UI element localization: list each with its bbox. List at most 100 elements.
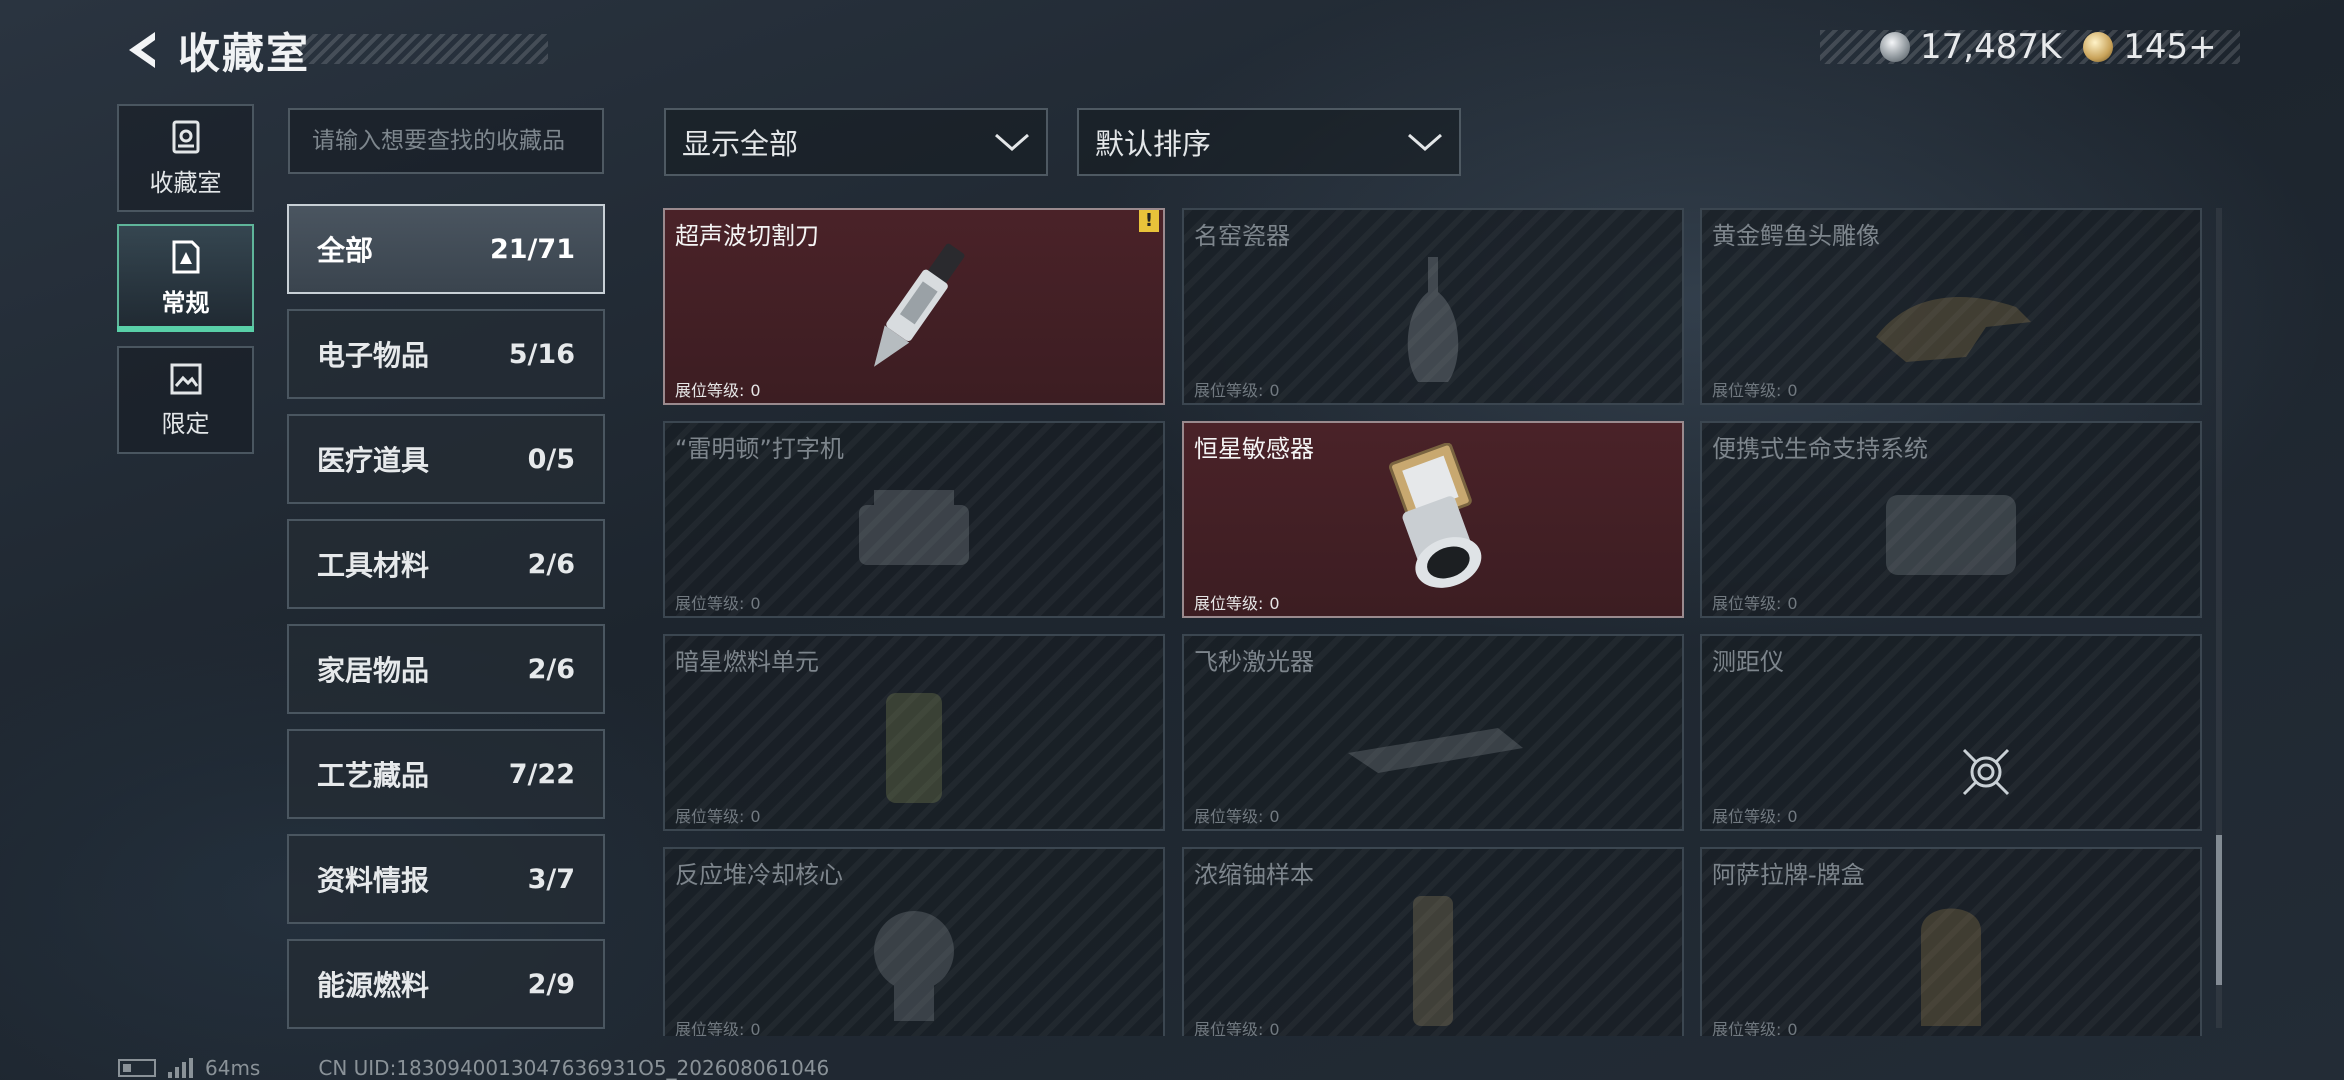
booth-level: 展位等级: 0 (669, 377, 761, 401)
booth-level-label: 展位等级: (1712, 381, 1782, 400)
card-box-icon (1921, 908, 1981, 1026)
item-name: 恒星敏感器 (1194, 435, 1314, 463)
back-button[interactable] (118, 25, 168, 75)
booth-level: 展位等级: 0 (1188, 1016, 1280, 1036)
item-card-femtosecond-laser[interactable]: 飞秒激光器 展位等级: 0 (1182, 634, 1684, 831)
booth-level: 展位等级: 0 (1706, 803, 1798, 827)
crosshair-locate-icon (1962, 748, 2010, 796)
silver-coin-icon (1880, 32, 1910, 62)
booth-level-value: 0 (750, 807, 761, 826)
item-card-star-sensor[interactable]: 恒星敏感器 展位等级: 0 (1182, 421, 1684, 618)
sort-value: 默认排序 (1095, 127, 1212, 161)
item-name: 名窑瓷器 (1194, 222, 1290, 250)
booth-level: 展位等级: 0 (1706, 377, 1798, 401)
title-decoration (300, 34, 548, 64)
item-card-rangefinder[interactable]: 测距仪 展位等级: 0 (1700, 634, 2202, 831)
picture-icon (170, 363, 201, 394)
fuel-cell-icon (886, 692, 942, 803)
ping-value: 64ms (205, 1056, 261, 1080)
category-count: 7/22 (508, 758, 575, 790)
item-name: 便携式生命支持系统 (1712, 435, 1928, 463)
category-count: 2/6 (527, 548, 575, 580)
mode-tab-label: 常规 (161, 288, 210, 317)
category-count: 5/16 (508, 338, 575, 370)
booth-level-label: 展位等级: (1194, 594, 1264, 613)
item-card-reactor-core[interactable]: 反应堆冷却核心 展位等级: 0 (663, 847, 1165, 1036)
category-count: 2/6 (527, 653, 575, 685)
status-footer: 64ms CN UID:1830940013047636931O5_202608… (118, 1056, 829, 1080)
booth-level-value: 0 (750, 1020, 761, 1036)
booth-level-value: 0 (1269, 594, 1280, 613)
booth-level: 展位等级: 0 (1188, 590, 1280, 614)
category-count: 0/5 (527, 443, 575, 475)
item-card-gold-crocodile[interactable]: 黄金鳄鱼头雕像 展位等级: 0 (1700, 208, 2202, 405)
mode-tab-collection[interactable]: 收藏室 (117, 104, 254, 212)
collection-box-icon (172, 120, 199, 153)
battery-icon (118, 1059, 156, 1077)
porcelain-vase-icon (1407, 256, 1459, 382)
category-medical[interactable]: 医疗道具 0/5 (287, 414, 605, 504)
category-all[interactable]: 全部 21/71 (287, 204, 605, 294)
search-input[interactable] (288, 108, 604, 174)
booth-level-label: 展位等级: (1712, 594, 1782, 613)
item-card-ultrasonic-cutter[interactable]: 超声波切割刀 ! 展位等级: 0 (663, 208, 1165, 405)
grid-scrollbar-thumb[interactable] (2216, 835, 2222, 985)
category-count: 21/71 (489, 233, 575, 265)
signal-icon (168, 1058, 193, 1078)
uranium-canister-icon (1413, 895, 1453, 1026)
item-card-dark-star-fuel[interactable]: 暗星燃料单元 展位等级: 0 (663, 634, 1165, 831)
chevron-down-icon (995, 133, 1029, 151)
item-name: 测距仪 (1712, 648, 1784, 676)
sort-dropdown[interactable]: 默认排序 (1077, 108, 1461, 176)
category-crafts[interactable]: 工艺藏品 7/22 (287, 729, 605, 819)
display-filter-value: 显示全部 (682, 127, 799, 161)
currency-display: 17,487K 145+ (1880, 24, 2217, 70)
item-name: “雷明顿”打字机 (675, 435, 844, 463)
booth-level: 展位等级: 0 (1706, 1016, 1798, 1036)
category-fuel[interactable]: 能源燃料 2/9 (287, 939, 605, 1029)
mode-tab-regular[interactable]: 常规 (117, 224, 254, 332)
booth-level: 展位等级: 0 (669, 1016, 761, 1036)
item-card-typewriter[interactable]: “雷明顿”打字机 展位等级: 0 (663, 421, 1165, 618)
booth-level-value: 0 (1269, 1020, 1280, 1036)
ultrasonic-cutter-icon (874, 243, 965, 367)
category-name: 工艺藏品 (317, 759, 430, 792)
back-arrow-icon (129, 32, 155, 68)
star-sensor-icon (1389, 443, 1482, 588)
category-household[interactable]: 家居物品 2/6 (287, 624, 605, 714)
collection-grid: 超声波切割刀 ! 展位等级: 0 名窑瓷器 展位等级: 0 黄金鳄鱼头雕像 展位等级… (662, 208, 2204, 1036)
chevron-down-icon (1408, 133, 1442, 151)
uid-text: CN UID:1830940013047636931O5_20260806104… (318, 1056, 830, 1080)
booth-level: 展位等级: 0 (669, 803, 761, 827)
booth-level-value: 0 (1269, 807, 1280, 826)
gold-value: 145+ (2123, 27, 2217, 67)
display-filter-dropdown[interactable]: 显示全部 (664, 108, 1048, 176)
silver-value: 17,487K (1920, 27, 2062, 67)
booth-level-label: 展位等级: (1194, 807, 1264, 826)
booth-level-label: 展位等级: (675, 594, 745, 613)
currency-gold[interactable]: 145+ (2083, 27, 2217, 67)
booth-level: 展位等级: 0 (1706, 590, 1798, 614)
item-card-porcelain[interactable]: 名窑瓷器 展位等级: 0 (1182, 208, 1684, 405)
header: 收藏室 (118, 16, 310, 84)
booth-level-value: 0 (1787, 1020, 1798, 1036)
item-card-card-box[interactable]: 阿萨拉牌-牌盒 展位等级: 0 (1700, 847, 2202, 1036)
reactor-core-icon (874, 910, 954, 1021)
page-title: 收藏室 (178, 28, 311, 78)
document-icon (172, 240, 199, 273)
item-card-uranium-sample[interactable]: 浓缩铀样本 展位等级: 0 (1182, 847, 1684, 1036)
mode-tab-limited[interactable]: 限定 (117, 346, 254, 454)
booth-level-value: 0 (750, 594, 761, 613)
booth-level: 展位等级: 0 (1188, 377, 1280, 401)
category-name: 全部 (317, 234, 374, 267)
item-card-life-support[interactable]: 便携式生命支持系统 展位等级: 0 (1700, 421, 2202, 618)
booth-level-label: 展位等级: (1712, 1020, 1782, 1036)
booth-level-label: 展位等级: (675, 1020, 745, 1036)
category-name: 电子物品 (317, 339, 430, 372)
category-name: 资料情报 (317, 864, 430, 897)
life-support-icon (1886, 494, 2016, 575)
category-electronics[interactable]: 电子物品 5/16 (287, 309, 605, 399)
category-count: 2/9 (527, 968, 575, 1000)
category-intel[interactable]: 资料情报 3/7 (287, 834, 605, 924)
category-tools[interactable]: 工具材料 2/6 (287, 519, 605, 609)
